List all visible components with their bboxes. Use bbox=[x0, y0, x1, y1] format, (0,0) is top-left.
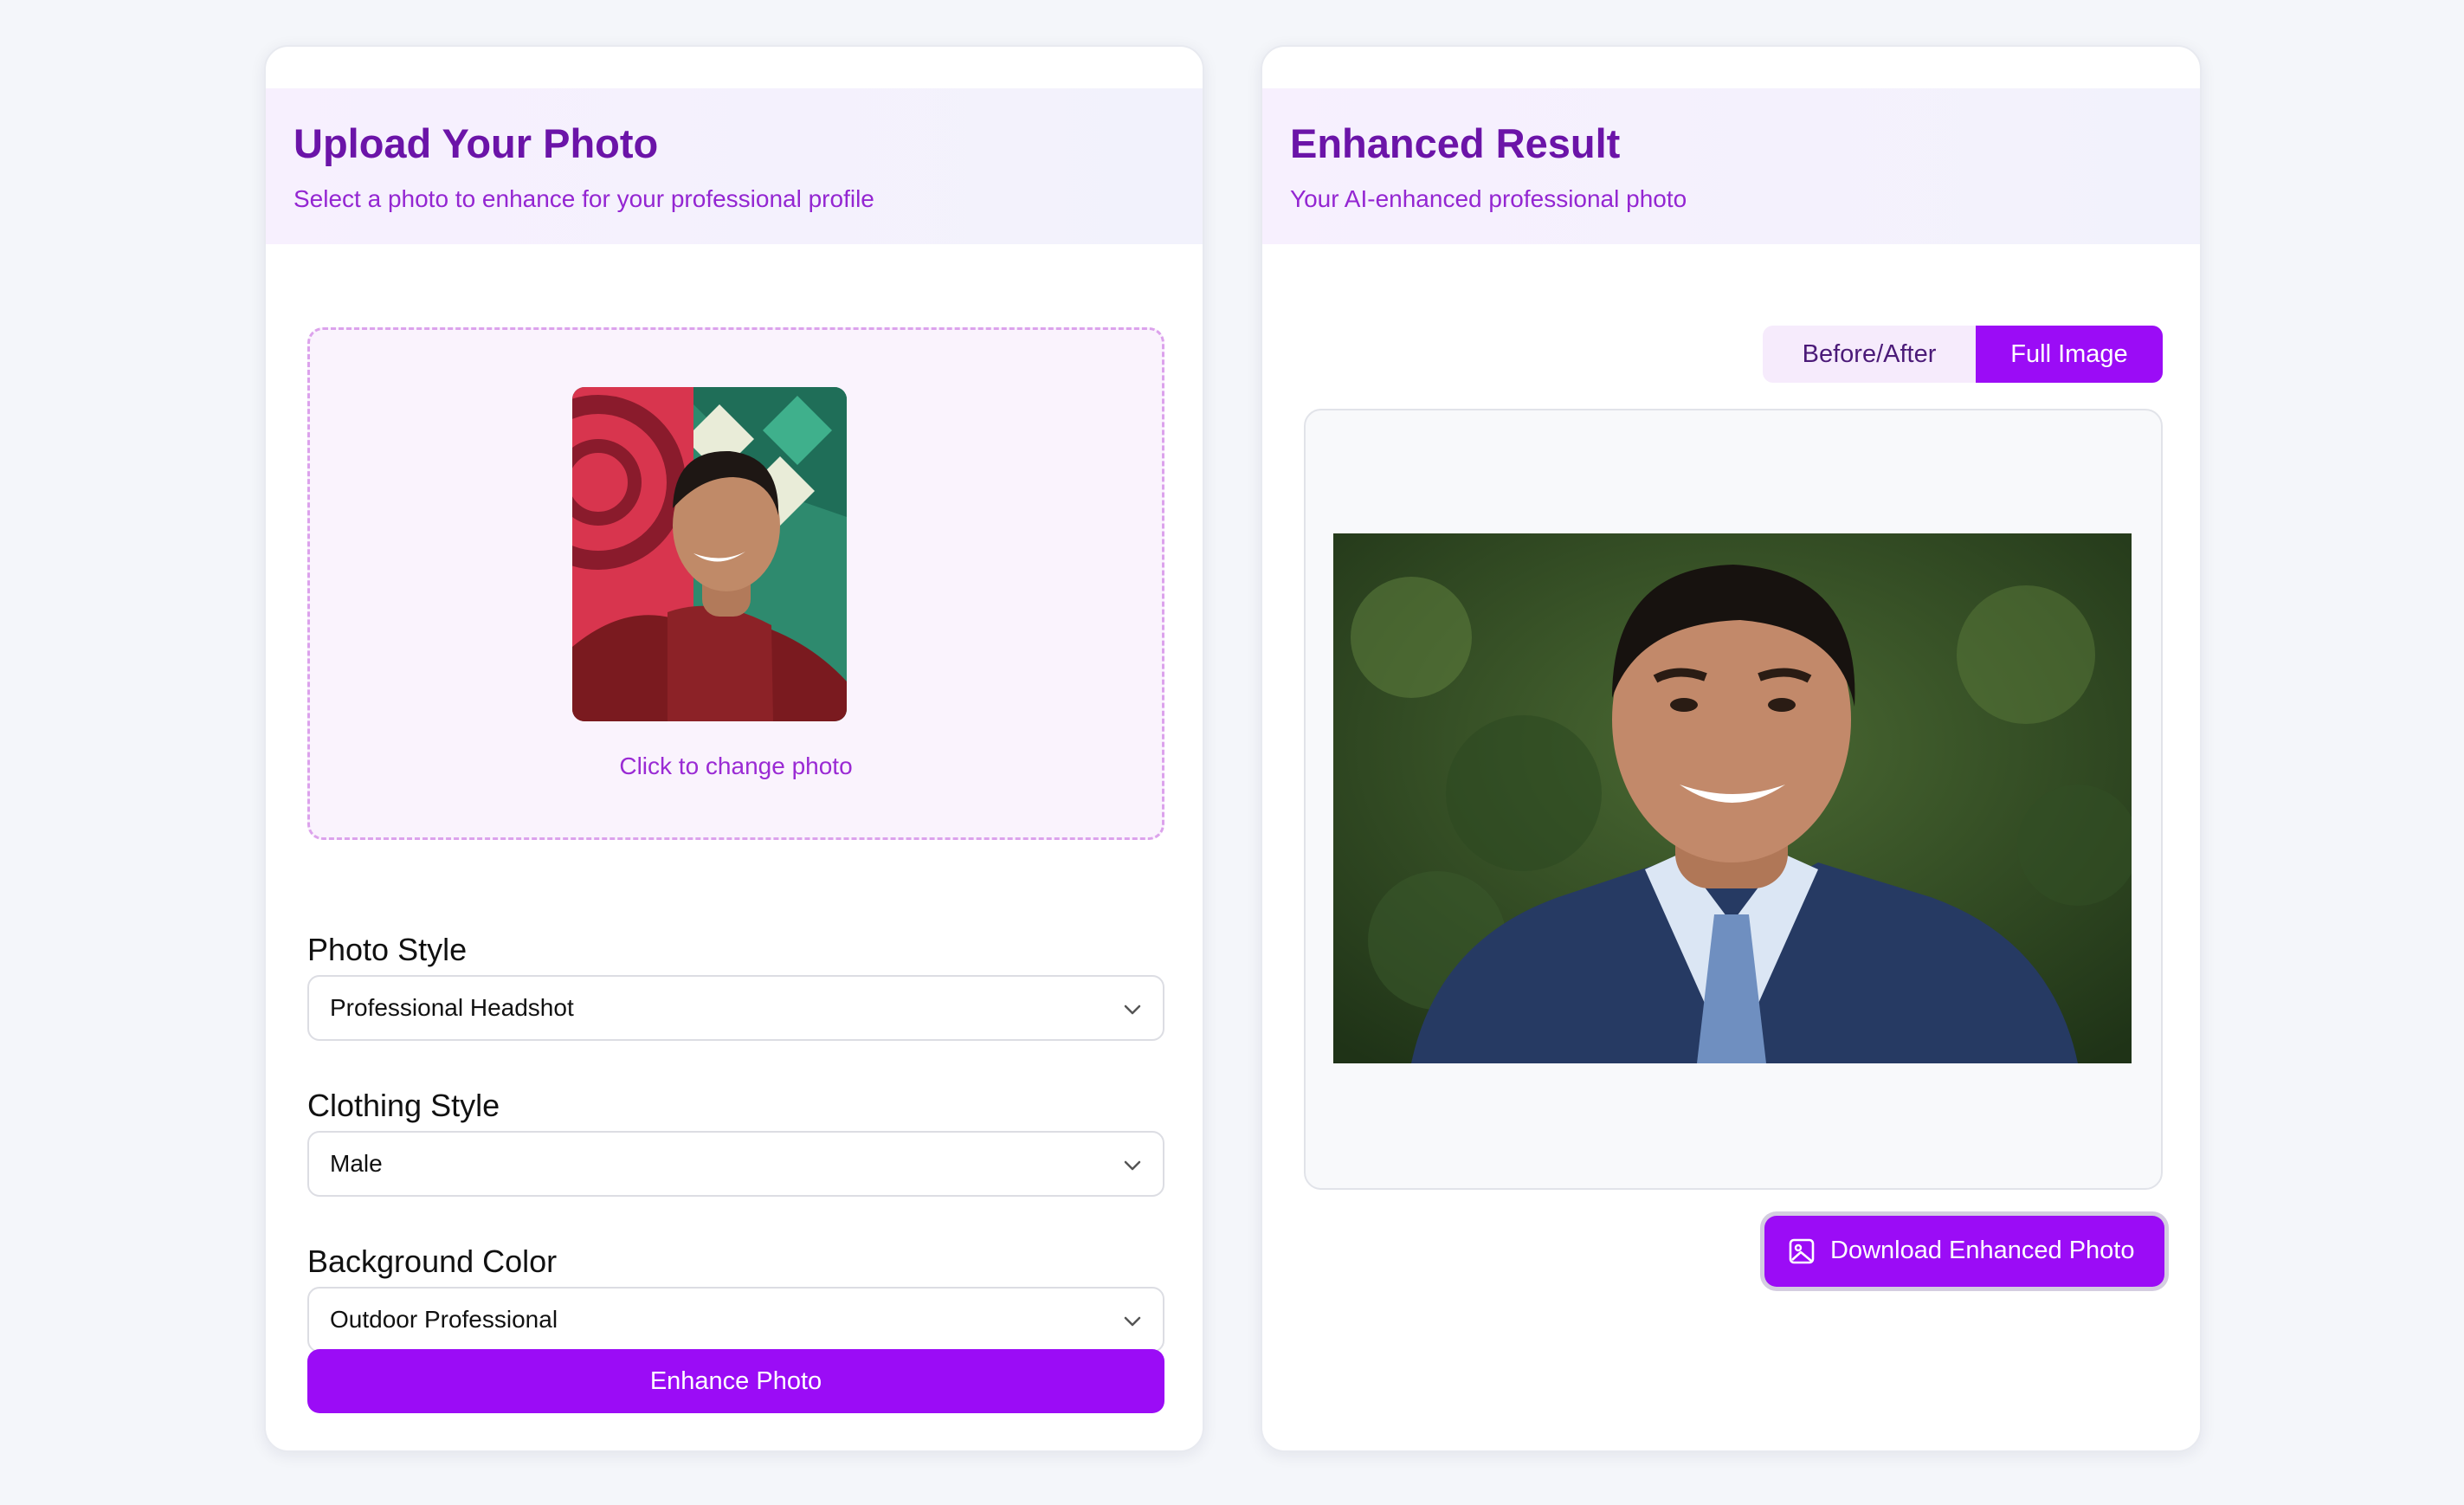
image-icon bbox=[1789, 1238, 1815, 1264]
uploaded-photo-preview bbox=[572, 387, 847, 721]
upload-panel: Upload Your Photo Select a photo to enha… bbox=[264, 45, 1204, 1452]
chevron-down-icon bbox=[1124, 1004, 1141, 1015]
before-after-toggle[interactable]: Before/After bbox=[1763, 326, 1976, 383]
upload-panel-title: Upload Your Photo bbox=[293, 120, 659, 166]
chevron-down-icon bbox=[1124, 1160, 1141, 1171]
clothing-style-label: Clothing Style bbox=[307, 1088, 500, 1123]
photo-style-label: Photo Style bbox=[307, 932, 468, 967]
photo-style-select[interactable]: Professional Headshot bbox=[307, 975, 1164, 1041]
chevron-down-icon bbox=[1124, 1316, 1141, 1327]
clothing-style-select[interactable]: Male bbox=[307, 1131, 1164, 1197]
photo-style-value: Professional Headshot bbox=[330, 994, 574, 1021]
download-enhanced-photo-button[interactable]: Download Enhanced Photo bbox=[1764, 1216, 2164, 1287]
full-image-toggle[interactable]: Full Image bbox=[1976, 326, 2163, 383]
upload-panel-subtitle: Select a photo to enhance for your profe… bbox=[293, 185, 874, 212]
background-color-select[interactable]: Outdoor Professional bbox=[307, 1287, 1164, 1353]
change-photo-hint[interactable]: Click to change photo bbox=[310, 752, 1162, 780]
background-color-value: Outdoor Professional bbox=[330, 1306, 558, 1333]
view-toggle: Before/After Full Image bbox=[1763, 326, 2163, 383]
result-panel-title: Enhanced Result bbox=[1290, 120, 1621, 166]
enhanced-photo bbox=[1333, 533, 2132, 1063]
enhance-photo-button[interactable]: Enhance Photo bbox=[307, 1349, 1164, 1413]
background-color-label: Background Color bbox=[307, 1243, 558, 1279]
download-button-label: Download Enhanced Photo bbox=[1830, 1237, 2135, 1264]
result-panel-subtitle: Your AI-enhanced professional photo bbox=[1290, 185, 1687, 212]
photo-dropzone[interactable]: Click to change photo bbox=[307, 327, 1164, 840]
clothing-style-value: Male bbox=[330, 1150, 383, 1177]
result-panel: Enhanced Result Your AI-enhanced profess… bbox=[1261, 45, 2202, 1452]
result-image-frame bbox=[1304, 409, 2163, 1190]
